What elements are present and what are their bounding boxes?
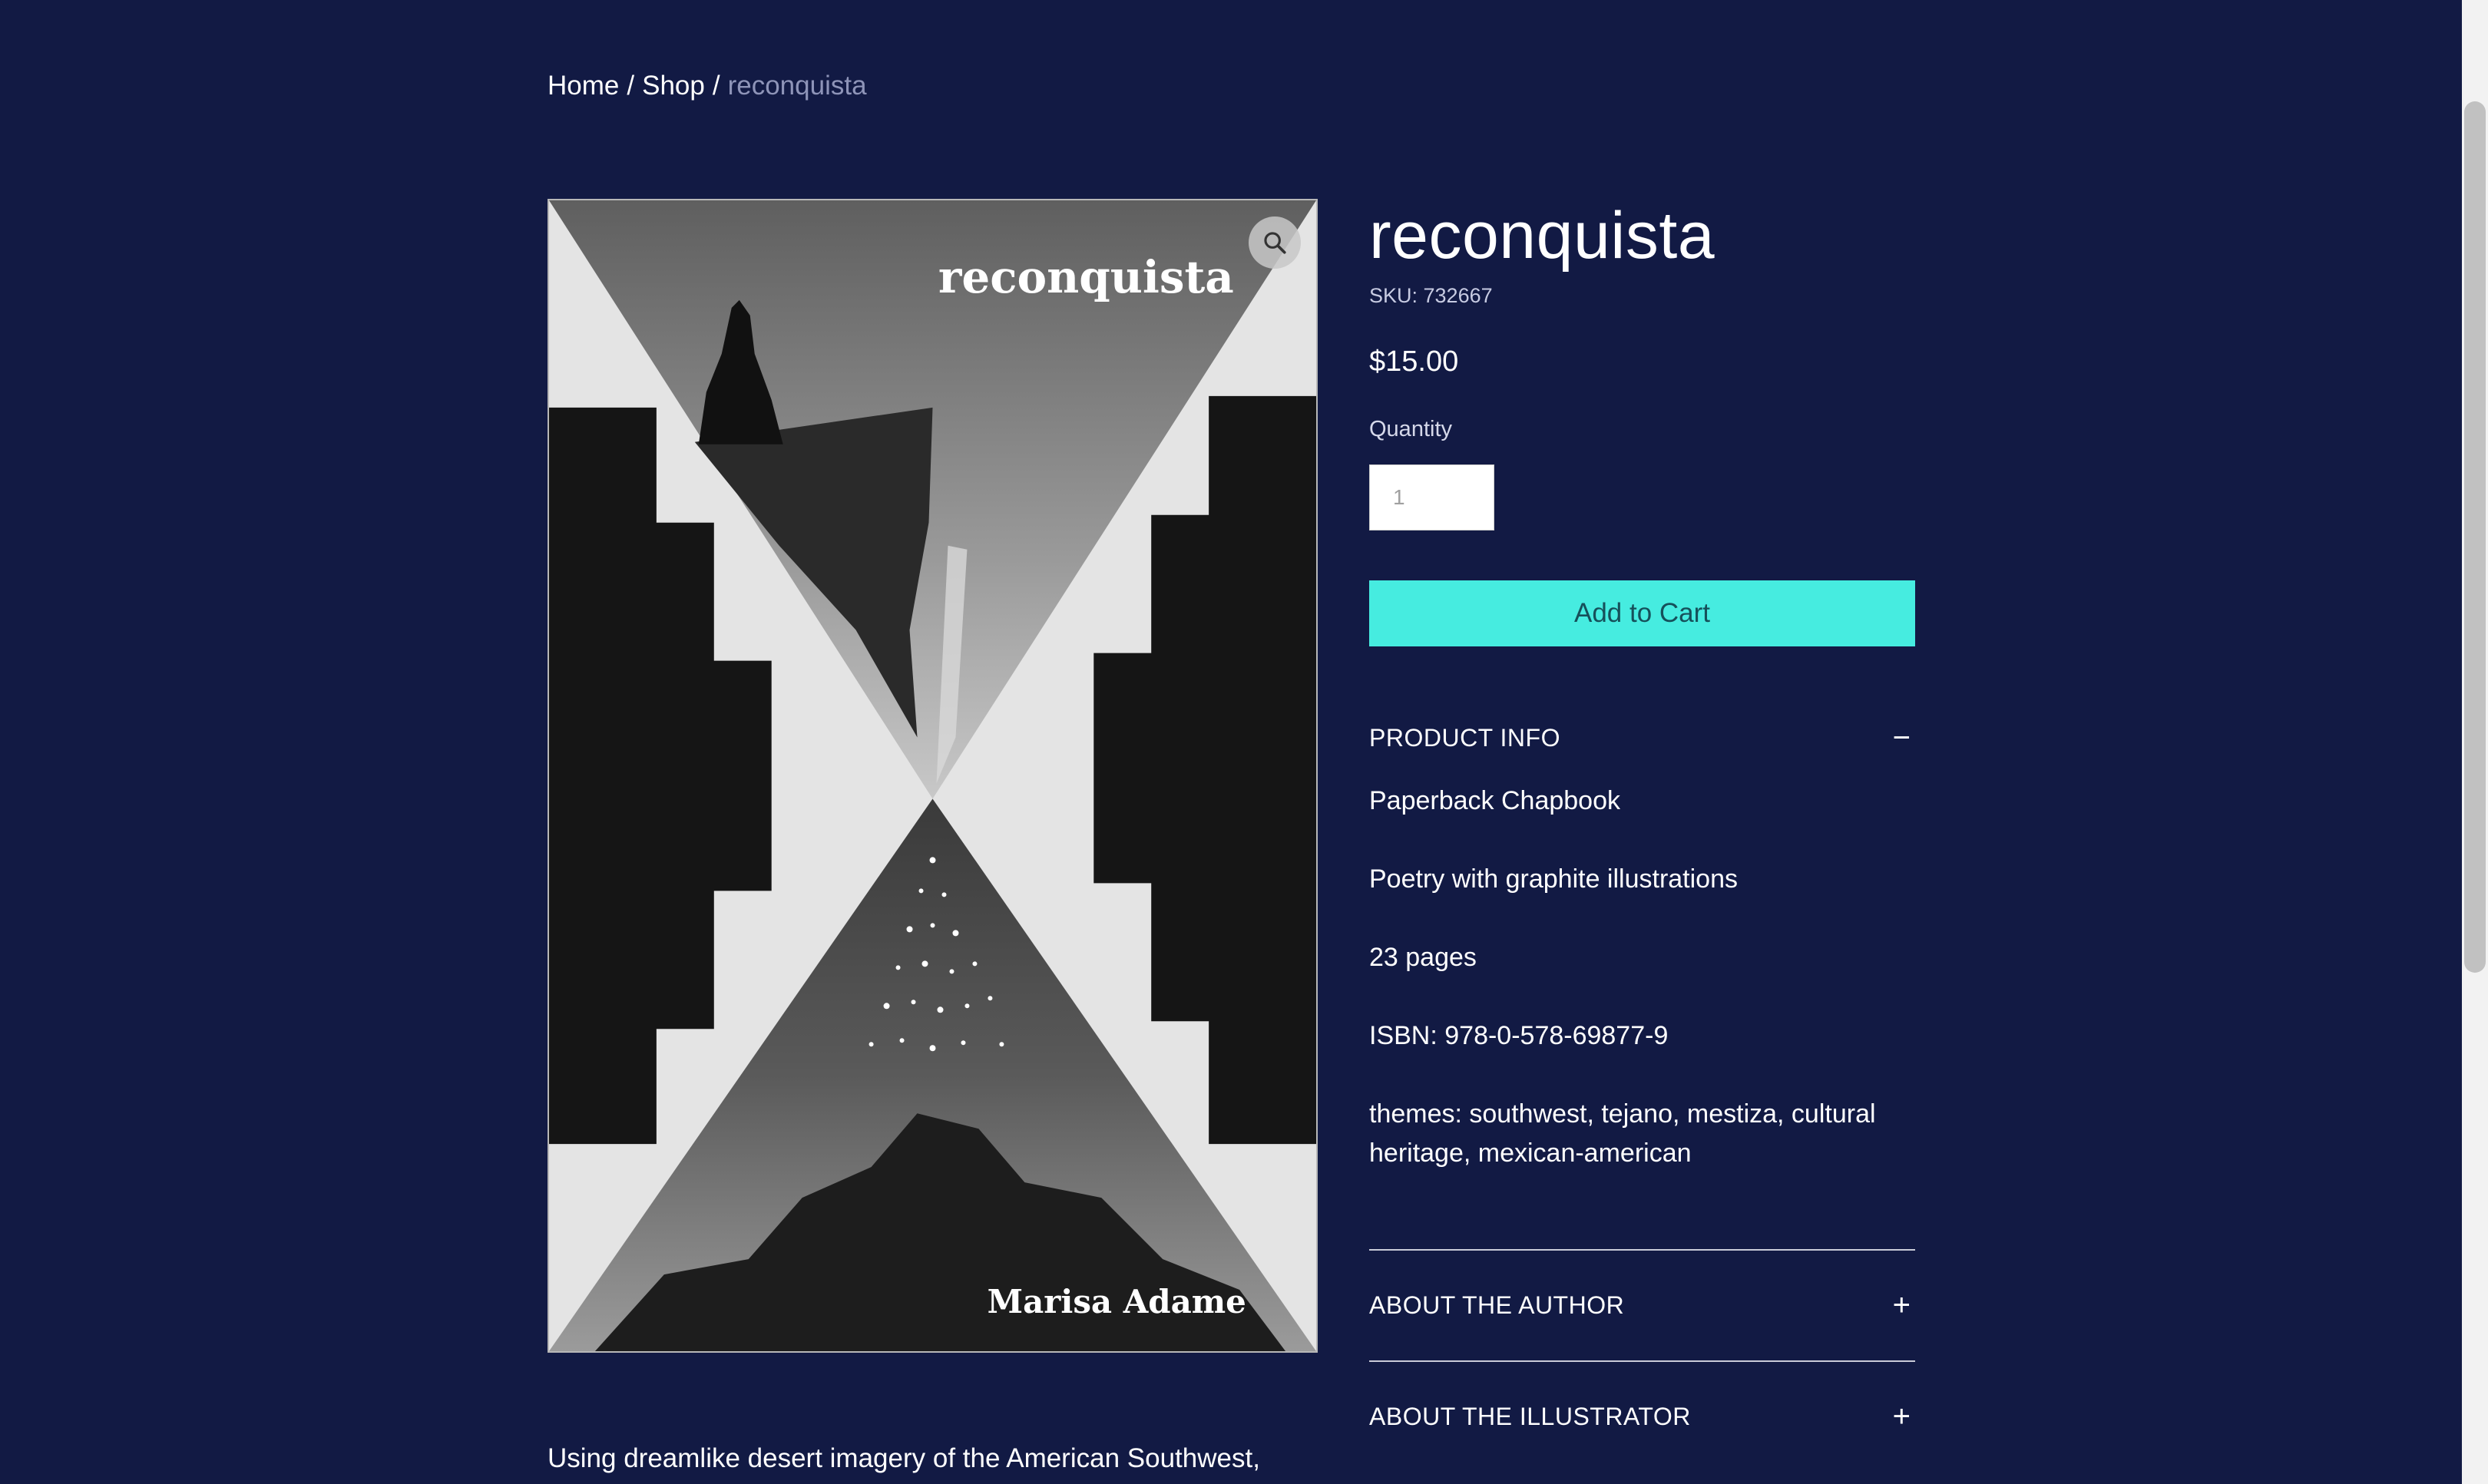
plus-icon: + [1892, 1287, 1911, 1322]
breadcrumb-current: reconquista [727, 71, 867, 101]
product-price: $15.00 [1369, 345, 1459, 378]
accordion-product-info-label: PRODUCT INFO [1369, 723, 1560, 752]
divider [1369, 1360, 1915, 1362]
breadcrumb-home[interactable]: Home [548, 71, 619, 101]
product-description: Using dreamlike desert imagery of the Am… [548, 1443, 1260, 1473]
breadcrumb: Home / Shop / reconquista [548, 71, 867, 101]
plus-icon: + [1892, 1399, 1911, 1433]
product-sku: SKU: 732667 [1369, 284, 1493, 307]
scrollbar-thumb[interactable] [2464, 101, 2486, 973]
quantity-input[interactable] [1369, 464, 1494, 530]
breadcrumb-shop[interactable]: Shop [642, 71, 705, 101]
cover-title: reconquista [938, 251, 1234, 303]
divider [1369, 1249, 1915, 1251]
accordion-about-illustrator[interactable]: ABOUT THE ILLUSTRATOR + [1369, 1393, 1915, 1439]
product-title: reconquista [1369, 199, 1715, 273]
minus-icon: − [1892, 720, 1911, 755]
product-cover-image[interactable]: reconquista Marisa Adame [548, 199, 1318, 1353]
info-line: ISBN: 978-0-578-69877-9 [1369, 1021, 1669, 1050]
quantity-label: Quantity [1369, 417, 1452, 441]
accordion-about-author-label: ABOUT THE AUTHOR [1369, 1291, 1625, 1319]
product-page: Home / Shop / reconquista reconquista Ma… [0, 0, 2462, 1484]
breadcrumb-separator: / [627, 71, 635, 101]
accordion-about-author[interactable]: ABOUT THE AUTHOR + [1369, 1282, 1915, 1328]
zoom-button[interactable] [1249, 216, 1301, 269]
accordion-about-illustrator-label: ABOUT THE ILLUSTRATOR [1369, 1402, 1691, 1430]
breadcrumb-separator: / [712, 71, 720, 101]
add-to-cart-button[interactable]: Add to Cart [1369, 580, 1915, 646]
info-line: themes: southwest, tejano, mestiza, cult… [1369, 1099, 1876, 1168]
info-line: Paperback Chapbook [1369, 786, 1621, 815]
magnifier-icon [1264, 232, 1286, 254]
cover-author: Marisa Adame [988, 1283, 1246, 1320]
accordion-product-info[interactable]: PRODUCT INFO − [1369, 715, 1915, 761]
cover-artwork: reconquista Marisa Adame [549, 200, 1316, 1351]
info-line: 23 pages [1369, 943, 1477, 972]
info-line: Poetry with graphite illustrations [1369, 864, 1739, 894]
